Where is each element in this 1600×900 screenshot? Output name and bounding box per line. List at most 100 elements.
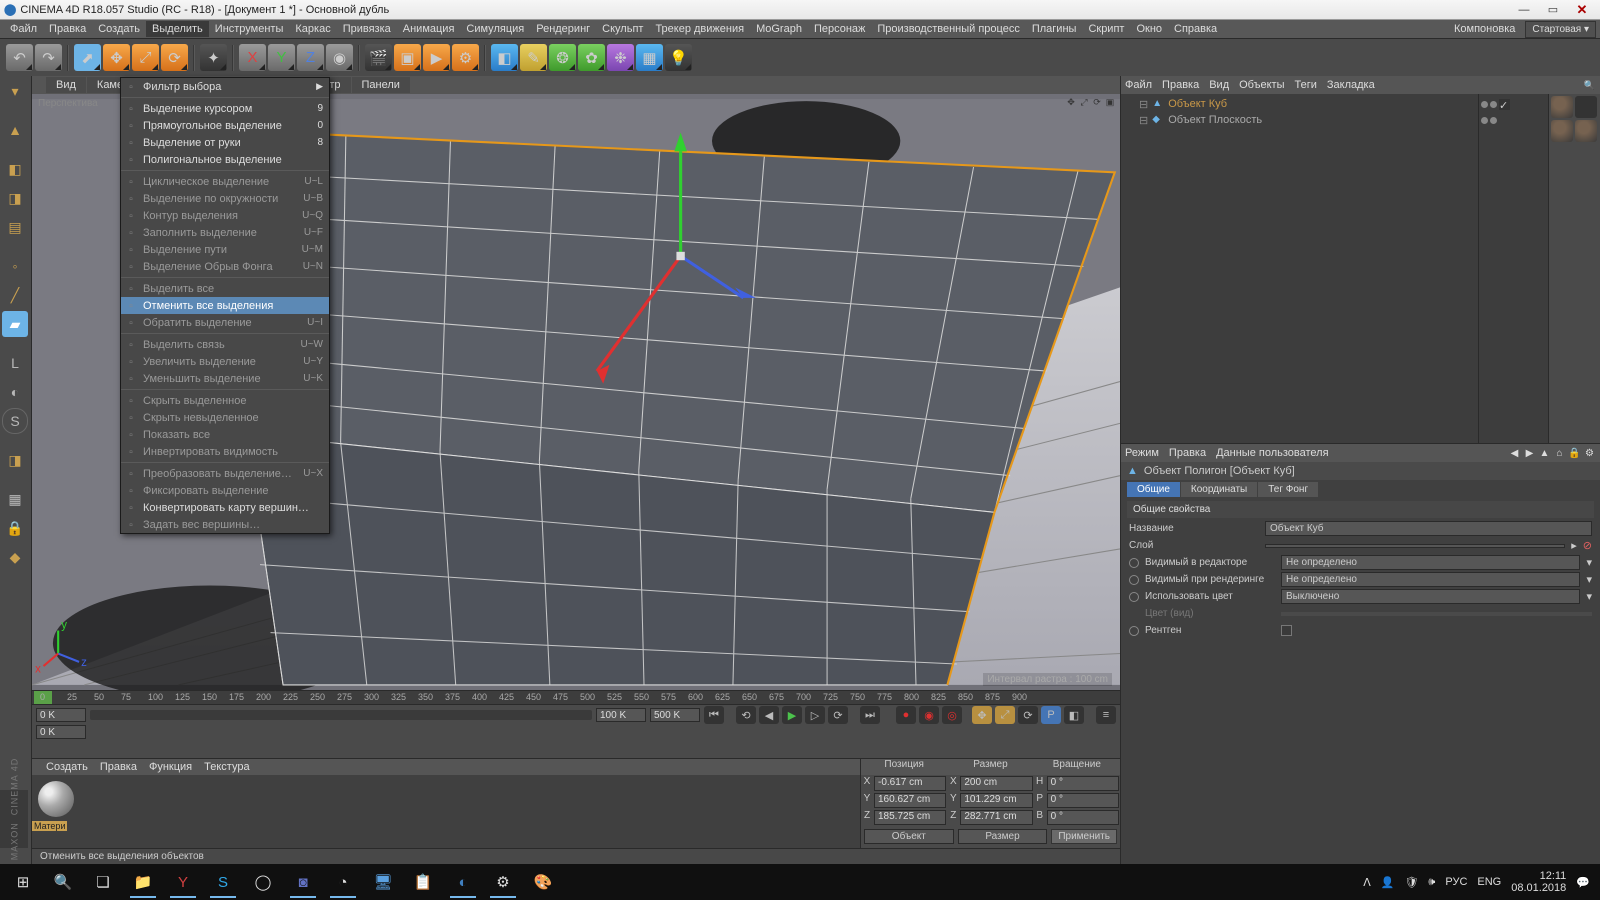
- locked-workplane[interactable]: ▦: [2, 486, 28, 512]
- settings-icon[interactable]: ⚙: [484, 866, 522, 898]
- usecolor-radio[interactable]: [1129, 592, 1139, 602]
- menu-Плагины[interactable]: Плагины: [1026, 21, 1083, 37]
- collapse-icon[interactable]: ▾: [2, 78, 28, 104]
- axis-x-lock[interactable]: X: [239, 44, 266, 71]
- frame-start[interactable]: 0 K: [36, 708, 86, 722]
- attr-tab-0[interactable]: Общие: [1127, 482, 1180, 497]
- lock-icon[interactable]: 🔒: [1568, 447, 1581, 460]
- point-mode[interactable]: ◦: [2, 253, 28, 279]
- up-icon[interactable]: ▲: [1538, 447, 1551, 460]
- menu-Скульпт[interactable]: Скульпт: [596, 21, 649, 37]
- layer-clear-icon[interactable]: ⊘: [1583, 539, 1592, 552]
- key-pla[interactable]: ◧: [1064, 706, 1084, 724]
- om-menu-Файл[interactable]: Файл: [1125, 79, 1152, 91]
- swatch-4[interactable]: [1575, 120, 1597, 142]
- mat-menu-Правка[interactable]: Правка: [100, 761, 137, 773]
- key-rot[interactable]: ⟳: [1018, 706, 1038, 724]
- tray-clock[interactable]: 12:1108.01.2018: [1511, 870, 1566, 894]
- c4d-taskbar-icon[interactable]: ◐: [444, 866, 482, 898]
- coord-apply[interactable]: Применить: [1051, 829, 1117, 844]
- next-frame[interactable]: ▷: [805, 706, 825, 724]
- menu-Каркас[interactable]: Каркас: [289, 21, 336, 37]
- tray-network-icon[interactable]: 🕪: [1428, 876, 1435, 889]
- menu-MoGraph[interactable]: MoGraph: [750, 21, 808, 37]
- recent-tool[interactable]: ✦: [200, 44, 227, 71]
- app-icon-2[interactable]: 🖥: [364, 866, 402, 898]
- timeline-menu[interactable]: ≡: [1096, 706, 1116, 724]
- maximize-button[interactable]: ▭: [1539, 1, 1567, 19]
- layout-dropdown[interactable]: Стартовая ▾: [1525, 21, 1596, 38]
- taskview-icon[interactable]: ❏: [84, 866, 122, 898]
- vis-rn-radio[interactable]: [1129, 575, 1139, 585]
- steam-icon[interactable]: ◔: [324, 866, 362, 898]
- add-spline[interactable]: ✎: [520, 44, 547, 71]
- menu-Справка[interactable]: Справка: [1168, 21, 1223, 37]
- minimize-button[interactable]: —: [1510, 1, 1538, 19]
- om-menu-Закладка[interactable]: Закладка: [1327, 79, 1375, 91]
- paint-icon[interactable]: 🎨: [524, 866, 562, 898]
- layer-picker-icon[interactable]: ▸: [1571, 539, 1577, 552]
- range-slider[interactable]: [90, 710, 592, 720]
- menu-Привязка[interactable]: Привязка: [337, 21, 397, 37]
- render-pv[interactable]: ▶: [423, 44, 450, 71]
- attr-menu-Правка[interactable]: Правка: [1169, 447, 1206, 459]
- workplane-mode[interactable]: ▤: [2, 214, 28, 240]
- prop-layer-field[interactable]: [1265, 544, 1565, 548]
- model-mode[interactable]: ◧: [2, 156, 28, 182]
- mat-menu-Функция[interactable]: Функция: [149, 761, 192, 773]
- swatch-1[interactable]: [1551, 96, 1573, 118]
- menu-Симуляция[interactable]: Симуляция: [460, 21, 530, 37]
- axis-mode[interactable]: L: [2, 350, 28, 376]
- menu-Создать[interactable]: Создать: [92, 21, 146, 37]
- key-pos[interactable]: ✥: [972, 706, 992, 724]
- menu-Рендеринг[interactable]: Рендеринг: [530, 21, 596, 37]
- make-editable[interactable]: ▲: [2, 117, 28, 143]
- menu-Инструменты[interactable]: Инструменты: [209, 21, 290, 37]
- swatch-2[interactable]: [1575, 96, 1597, 118]
- prev-icon[interactable]: ◀: [1508, 447, 1521, 460]
- frame-len[interactable]: 100 K: [596, 708, 646, 722]
- object-tree[interactable]: ⊟▲Объект Куб⊟◆Объект Плоскость: [1121, 94, 1478, 443]
- planar-workplane[interactable]: 🔒: [2, 515, 28, 541]
- menu-Трекер движения[interactable]: Трекер движения: [649, 21, 750, 37]
- menuitem[interactable]: ▫Выделение от руки8: [121, 134, 329, 151]
- tray-lang-2[interactable]: ENG: [1477, 876, 1501, 888]
- add-generator[interactable]: ❂: [549, 44, 576, 71]
- pan-icon[interactable]: ✥: [1065, 96, 1077, 108]
- xray-radio[interactable]: [1129, 626, 1139, 636]
- om-menu-Правка[interactable]: Правка: [1162, 79, 1199, 91]
- om-search-icon[interactable]: 🔍: [1583, 79, 1596, 92]
- material-preview[interactable]: [38, 781, 74, 817]
- vis-ed-dd[interactable]: Не определено: [1281, 555, 1580, 570]
- prop-name-field[interactable]: Объект Куб: [1265, 521, 1592, 536]
- key-param[interactable]: P: [1041, 706, 1061, 724]
- menuitem[interactable]: ▫Отменить все выделения: [121, 297, 329, 314]
- home-icon[interactable]: ⌂: [1553, 447, 1566, 460]
- menu-Правка[interactable]: Правка: [43, 21, 92, 37]
- poly-mode[interactable]: ▰: [2, 311, 28, 337]
- tray-lang-1[interactable]: РУС: [1445, 876, 1467, 888]
- goto-start[interactable]: ⏮: [704, 706, 724, 724]
- skype-icon[interactable]: S: [204, 866, 242, 898]
- vis-rn-dd[interactable]: Не определено: [1281, 572, 1580, 587]
- add-deformer[interactable]: ✿: [578, 44, 605, 71]
- swatch-3[interactable]: [1551, 120, 1573, 142]
- app-icon-3[interactable]: 📋: [404, 866, 442, 898]
- viewtab-0[interactable]: Вид: [46, 77, 86, 93]
- explorer-icon[interactable]: 📁: [124, 866, 162, 898]
- render-view[interactable]: 🎬: [365, 44, 392, 71]
- prev-frame[interactable]: ◀: [759, 706, 779, 724]
- coord-space-dd[interactable]: Объект: [864, 829, 954, 844]
- time-ruler[interactable]: 0255075100125150175200225250275300325350…: [32, 691, 1120, 705]
- texture-mode[interactable]: ◨: [2, 185, 28, 211]
- axis-y-lock[interactable]: Y: [268, 44, 295, 71]
- record[interactable]: ●: [896, 706, 916, 724]
- menu-Персонаж[interactable]: Персонаж: [808, 21, 871, 37]
- prev-key[interactable]: ⟲: [736, 706, 756, 724]
- viewport-nav-icons[interactable]: ✥ ⤢ ⟳ ▣: [1065, 96, 1116, 108]
- frame-current[interactable]: 0 K: [36, 725, 86, 739]
- tray-people-icon[interactable]: 👤: [1381, 876, 1395, 889]
- frame-to[interactable]: 500 K: [650, 708, 700, 722]
- add-camera[interactable]: ▦: [636, 44, 663, 71]
- add-cube[interactable]: ◧: [491, 44, 518, 71]
